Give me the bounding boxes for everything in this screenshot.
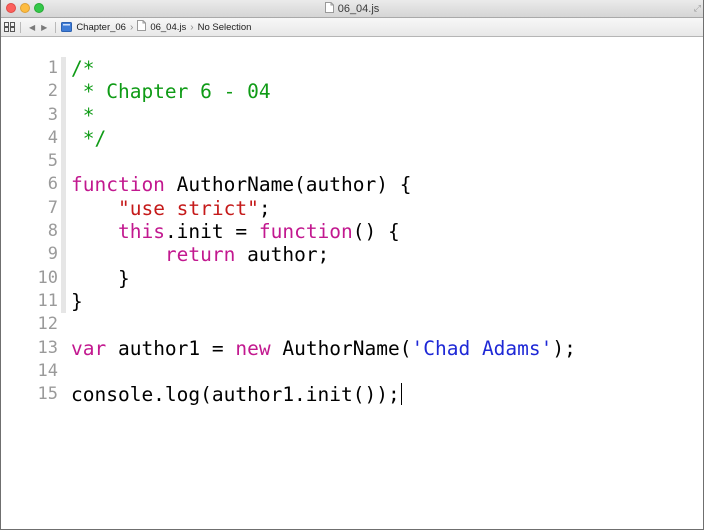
code-text: "use strict"; (71, 197, 271, 220)
code-token: } (71, 289, 83, 313)
code-line[interactable]: 14 (1, 360, 703, 383)
code-string: 'Chad Adams' (411, 336, 553, 360)
line-number: 7 (47, 197, 58, 218)
breadcrumb-item-file[interactable]: 06_04.js (150, 22, 186, 33)
folder-icon (61, 22, 73, 32)
code-text: this.init = function() { (71, 220, 400, 243)
chevron-right-icon: › (190, 21, 194, 33)
code-line[interactable]: 15 console.log(author1.init()); (1, 383, 703, 406)
code-line[interactable]: 5 (1, 150, 703, 173)
code-comment: */ (71, 126, 107, 150)
code-text: * (71, 103, 95, 127)
code-line[interactable]: 3 * (1, 104, 703, 127)
code-text: console.log(author1.init()); (71, 383, 402, 406)
text-cursor (400, 383, 402, 406)
code-token: author1 = (106, 336, 236, 360)
code-token: console.log(author1.init()); (71, 383, 400, 407)
code-line[interactable]: 7 "use strict"; (1, 197, 703, 220)
code-token: AuthorName(author) { (164, 173, 412, 197)
line-number: 11 (37, 290, 58, 311)
code-line[interactable]: 13 var author1 = new AuthorName('Chad Ada… (1, 337, 703, 360)
jumpbar-divider (20, 21, 21, 33)
code-string: "use strict" (117, 196, 259, 220)
code-line[interactable]: 4 */ (1, 127, 703, 150)
line-number: 1 (47, 58, 58, 78)
window-title-text: 06_04.js (337, 3, 380, 15)
window-title: 06_04.js (1, 2, 703, 16)
code-comment: * (71, 103, 95, 127)
back-arrow-icon[interactable]: ◀ (29, 23, 35, 32)
code-line[interactable]: 1 /* (1, 57, 703, 80)
line-number: 14 (37, 360, 58, 381)
code-line[interactable]: 12 (1, 313, 703, 336)
file-icon (137, 20, 147, 34)
code-text: /* (71, 57, 94, 80)
code-keyword: function (258, 220, 353, 244)
line-number: 4 (47, 127, 58, 148)
document-icon (324, 2, 334, 16)
code-token: ; (258, 196, 271, 220)
breadcrumb-item-chapter[interactable]: Chapter_06 (76, 22, 126, 33)
code-line[interactable]: 6 function AuthorName(author) { (1, 173, 703, 196)
line-number: 12 (37, 314, 58, 335)
line-number: 5 (47, 151, 58, 172)
code-text: } (71, 267, 130, 290)
code-text: var author1 = new AuthorName('Chad Adams… (71, 337, 576, 360)
code-keyword: var (71, 336, 107, 360)
code-keyword: new (235, 336, 271, 360)
code-token: ); (552, 336, 576, 360)
code-keyword: this (117, 220, 165, 244)
code-text: return author; (71, 243, 329, 266)
jumpbar-divider (55, 21, 57, 33)
code-token: } (71, 266, 130, 290)
editor-window: 06_04.js ⤢ ◀ ▶ Chapter_06 › 06_04.js › N… (0, 0, 704, 530)
code-keyword: return (164, 243, 236, 267)
code-line[interactable]: 8 this.init = function() { (1, 220, 703, 243)
code-token: () { (352, 220, 400, 244)
line-number: 6 (47, 174, 58, 195)
line-number: 9 (47, 244, 58, 265)
code-comment: /* (71, 57, 95, 80)
code-text: function AuthorName(author) { (71, 173, 411, 196)
line-number: 10 (37, 267, 58, 288)
code-line[interactable]: 9 return author; (1, 243, 703, 266)
line-number: 15 (37, 384, 58, 405)
code-editor[interactable]: 1/* 2 * Chapter 6 - 04 3 * 4 */5 6 function A… (1, 37, 703, 528)
code-line[interactable]: 11} (1, 290, 703, 313)
line-number: 3 (47, 104, 58, 125)
jump-bar: ◀ ▶ Chapter_06 › 06_04.js › No Selection (1, 18, 703, 37)
code-text: } (71, 290, 83, 313)
line-number: 2 (47, 81, 58, 102)
code-comment: * Chapter 6 - 04 (71, 80, 271, 104)
forward-arrow-icon[interactable]: ▶ (41, 23, 47, 32)
title-bar[interactable]: 06_04.js ⤢ (1, 0, 703, 18)
code-text: */ (71, 126, 107, 150)
line-number: 13 (37, 337, 58, 358)
code-line[interactable]: 10 } (1, 267, 703, 290)
code-token: AuthorName( (270, 336, 412, 360)
breadcrumb-item-selection[interactable]: No Selection (198, 22, 252, 33)
code-keyword: function (71, 173, 165, 197)
code-line[interactable]: 2 * Chapter 6 - 04 (1, 80, 703, 103)
line-number: 8 (47, 221, 58, 242)
fullscreen-icon[interactable]: ⤢ (694, 3, 701, 14)
code-token: author; (235, 243, 330, 267)
code-lines: 1/* 2 * Chapter 6 - 04 3 * 4 */5 6 function A… (1, 57, 703, 406)
chevron-right-icon: › (129, 21, 134, 33)
code-token: .init = (164, 220, 259, 244)
breadcrumb: Chapter_06 › 06_04.js › No Selection (61, 20, 251, 34)
code-text: * Chapter 6 - 04 (71, 80, 271, 103)
related-items-icon[interactable] (4, 22, 15, 32)
